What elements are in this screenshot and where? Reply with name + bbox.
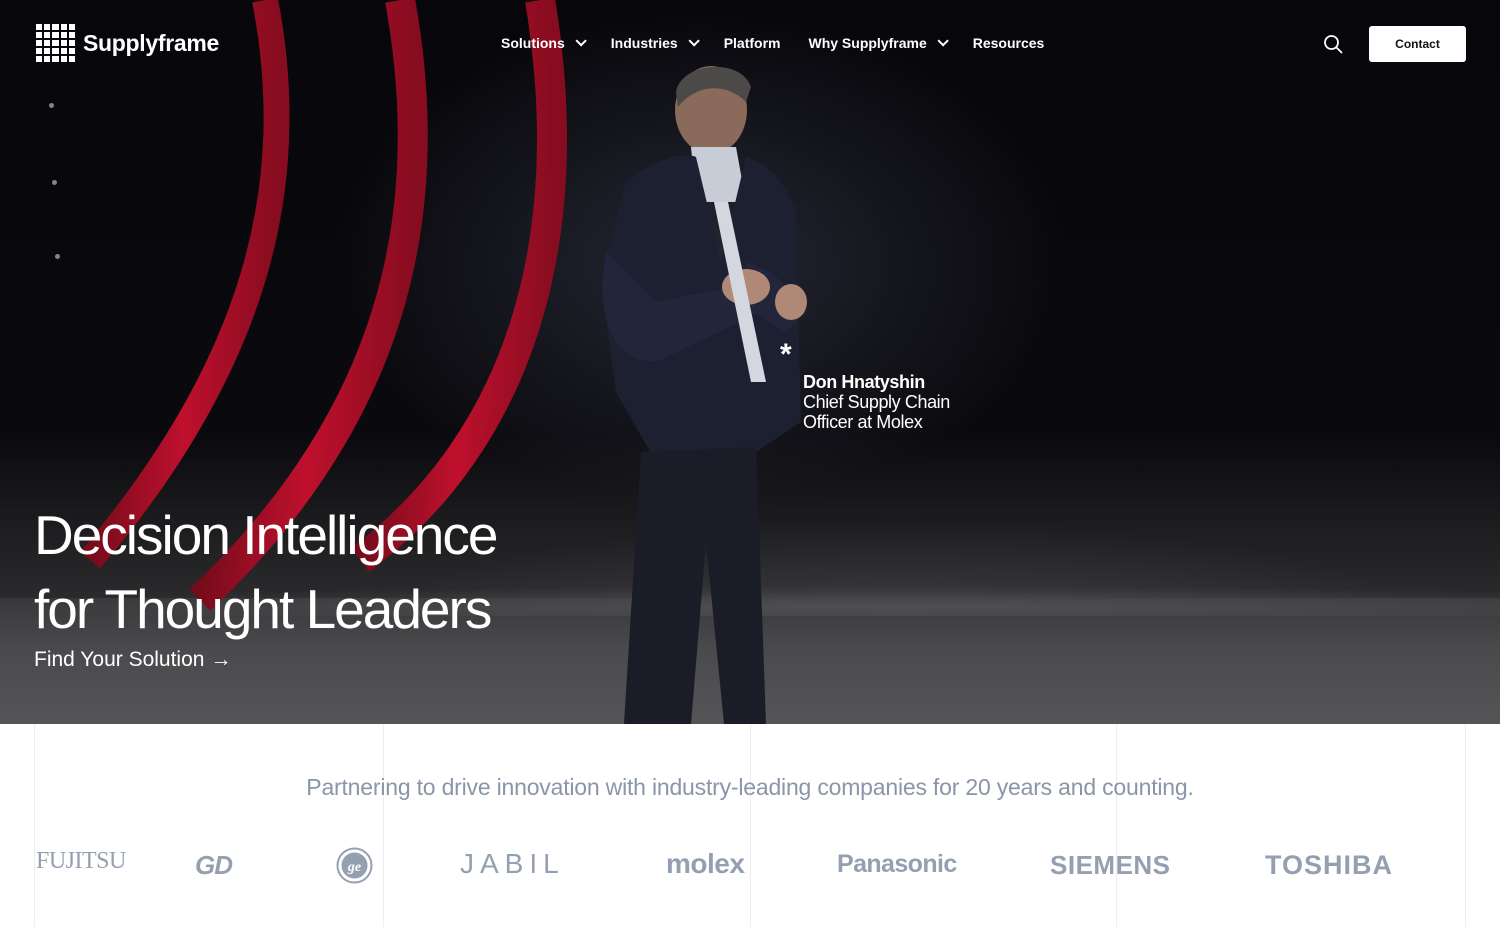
contact-button[interactable]: Contact	[1369, 26, 1466, 62]
arrow-right-icon: →	[210, 648, 232, 671]
speaker-name: Don Hnatyshin	[803, 372, 925, 392]
speaker-caption: Don Hnatyshin Chief Supply Chain Officer…	[803, 372, 950, 432]
nav-item-label: Resources	[972, 35, 1045, 51]
grid-divider	[34, 724, 35, 927]
partner-logo-siemens: SIEMENS	[1050, 850, 1171, 880]
partner-logo-toshiba: TOSHIBA	[1265, 850, 1394, 880]
nav-item-label: Platform	[723, 35, 781, 51]
search-icon[interactable]	[1323, 34, 1343, 54]
grid-divider	[1465, 724, 1466, 927]
logo-wordmark: Supplyframe	[83, 29, 220, 56]
nav-item-solutions[interactable]: Solutions	[501, 35, 587, 51]
grid-divider	[1116, 724, 1117, 927]
nav-item-label: Solutions	[501, 35, 565, 51]
top-navigation: Supplyframe Solutions Industries Platfor…	[0, 0, 1500, 88]
nav-item-industries[interactable]: Industries	[610, 35, 700, 51]
svg-text:ge: ge	[347, 860, 361, 875]
partner-logo-gd: GD	[195, 850, 233, 880]
nav-item-resources[interactable]: Resources	[973, 35, 1045, 51]
partners-tagline: Partnering to drive innovation with indu…	[306, 774, 1194, 800]
partner-logo-ge: ge	[336, 847, 373, 884]
nav-item-label: Why Supplyframe	[808, 35, 927, 51]
stage-light-dot	[49, 103, 54, 108]
chevron-down-icon	[937, 35, 949, 47]
partner-logo-fujitsu: FUJITSU	[36, 848, 126, 874]
partner-logo-strip: FUJITSU GD ge JABIL molex Panasonic SIEM…	[0, 842, 1500, 892]
partner-logo-jabil: JABIL	[460, 848, 565, 879]
partners-section: Partnering to drive innovation with indu…	[0, 724, 1500, 927]
cta-label: Find Your Solution	[34, 648, 205, 671]
nav-item-platform[interactable]: Platform	[724, 35, 781, 51]
hero-headline: Decision Intelligence for Thought Leader…	[34, 498, 498, 646]
main-menu: Solutions Industries Platform Why Supply…	[501, 35, 1044, 51]
caption-asterisk-icon: *	[780, 338, 792, 371]
find-solution-link[interactable]: Find Your Solution →	[34, 648, 231, 672]
logo-grid-icon	[36, 24, 75, 62]
nav-item-why-supplyframe[interactable]: Why Supplyframe	[808, 35, 949, 51]
speaker-photo	[601, 66, 807, 724]
grid-divider	[750, 724, 751, 927]
speaker-role-line2: Officer at Molex	[803, 412, 923, 432]
partner-logo-molex: molex	[666, 848, 745, 879]
supplyframe-logo[interactable]: Supplyframe	[36, 24, 219, 62]
stage-light-dot	[52, 180, 57, 185]
hero-section: Supplyframe Solutions Industries Platfor…	[0, 0, 1500, 724]
headline-line1: Decision Intelligence	[34, 504, 498, 566]
chevron-down-icon	[575, 35, 587, 47]
stage-light-dot	[55, 254, 60, 259]
chevron-down-icon	[688, 35, 700, 47]
partner-logo-panasonic: Panasonic	[837, 850, 957, 878]
speaker-role-line1: Chief Supply Chain	[803, 392, 950, 412]
headline-line2: for Thought Leaders	[34, 578, 492, 640]
nav-item-label: Industries	[610, 35, 678, 51]
grid-divider	[383, 724, 384, 927]
